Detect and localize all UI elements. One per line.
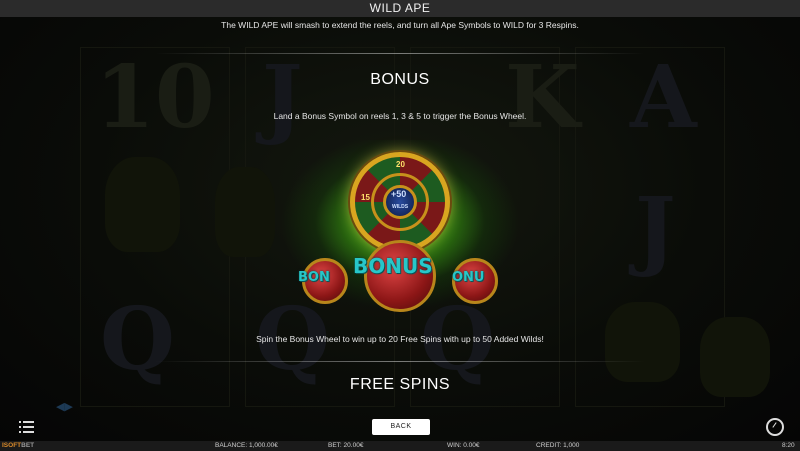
wheel-hub-label: WILDS xyxy=(392,204,409,210)
bonus-symbol-text: BONUS xyxy=(353,254,433,278)
wild-ape-description: The WILD APE will smash to extend the re… xyxy=(221,20,579,30)
bet-display: BET: 20.00€ xyxy=(328,442,364,449)
balance-display: BALANCE: 1,000.00€ xyxy=(215,442,278,449)
bonus-section-title: BONUS xyxy=(370,71,430,88)
wheel-value-mid: +50 xyxy=(391,189,407,199)
clock: 8:20 xyxy=(782,442,795,449)
wheel-value-left: 15 xyxy=(361,193,370,202)
section-divider xyxy=(155,361,645,362)
ghost-symbol-10: 10 xyxy=(95,47,215,148)
win-display: WIN: 0.00€ xyxy=(447,442,480,449)
back-button[interactable]: BACK xyxy=(372,419,430,435)
bonus-wheel: 20 15 +50 WILDS xyxy=(350,152,450,252)
free-spins-section-title: FREE SPINS xyxy=(349,376,451,393)
history-button[interactable] xyxy=(766,418,784,436)
bonus-outro-text: Spin the Bonus Wheel to win up to 20 Fre… xyxy=(256,334,544,344)
status-bar: ISOFTBET BALANCE: 1,000.00€ BET: 20.00€ … xyxy=(0,441,800,451)
wheel-value-top: 20 xyxy=(396,160,405,169)
reel-arrow-icon: ◀▶ xyxy=(56,401,73,413)
menu-button[interactable] xyxy=(19,418,37,436)
ghost-symbol-j: J xyxy=(635,179,676,280)
bonus-wheel-illustration: 20 15 +50 WILDS BON ONU BONUS xyxy=(280,140,520,315)
menu-icon xyxy=(19,421,34,423)
ghost-symbol-j: J xyxy=(262,47,303,148)
bonus-intro-text: Land a Bonus Symbol on reels 1, 3 & 5 to… xyxy=(273,111,527,121)
bonus-symbol-left-text: BON xyxy=(298,270,330,285)
bonus-symbol-right-text: ONU xyxy=(452,270,485,285)
game-title: WILD APE xyxy=(0,0,800,17)
section-divider xyxy=(155,53,645,54)
ghost-symbol-k: K xyxy=(505,47,580,148)
ghost-toucan-icon xyxy=(105,157,180,252)
credit-display: CREDIT: 1,000 xyxy=(536,442,580,449)
ghost-symbol-a: A xyxy=(630,47,697,148)
ghost-lemur-icon xyxy=(215,167,275,257)
brand-logo: ISOFTBET xyxy=(2,442,35,449)
